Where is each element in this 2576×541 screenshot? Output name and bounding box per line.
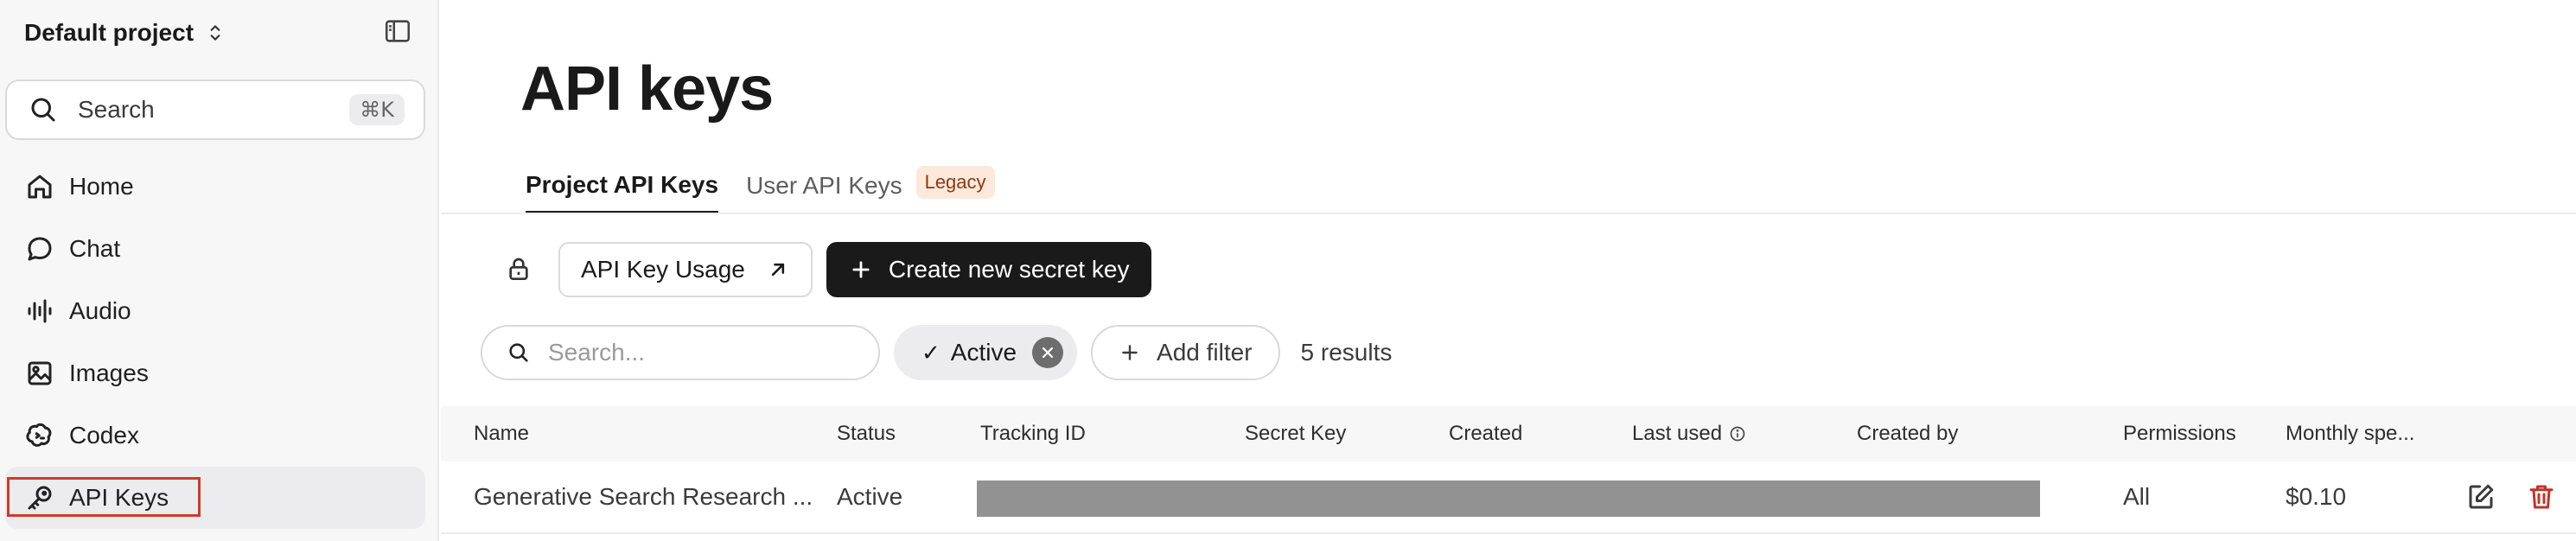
codex-icon (22, 418, 57, 453)
trash-icon (2529, 485, 2554, 509)
column-header-tracking-id[interactable]: Tracking ID (980, 406, 1086, 461)
key-icon (22, 481, 57, 515)
api-key-usage-label: API Key Usage (581, 256, 745, 283)
tab-user-api-keys-label: User API Keys (746, 172, 902, 199)
table-row[interactable]: Generative Search Research ... Active Al… (441, 461, 2576, 534)
lock-icon (509, 258, 528, 280)
filter-bar: Search... ✓ Active Add filter 5 results (481, 325, 1392, 380)
column-header-last-used-label: Last used (1632, 422, 1723, 445)
sidebar-search[interactable]: Search ⌘K (5, 80, 425, 140)
legacy-badge: Legacy (915, 166, 995, 199)
sidebar-search-label: Search (78, 96, 155, 123)
info-icon[interactable] (1729, 425, 1746, 442)
chevron-up-down-icon (210, 25, 220, 41)
column-header-name[interactable]: Name (474, 406, 529, 461)
tab-user-api-keys[interactable]: User API Keys Legacy (746, 166, 995, 206)
page-title: API keys (520, 54, 774, 124)
home-icon (22, 169, 57, 204)
sidebar-item-codex[interactable]: Codex (5, 404, 425, 467)
sidebar-item-label: Images (69, 360, 149, 386)
table-header: Name Status Tracking ID Secret Key Creat… (441, 406, 2576, 461)
tabs-divider (441, 213, 2576, 214)
add-filter-label: Add filter (1157, 339, 1253, 366)
results-count: 5 results (1300, 339, 1393, 366)
column-header-secret-key[interactable]: Secret Key (1245, 406, 1346, 461)
column-header-status[interactable]: Status (837, 406, 896, 461)
sidebar-item-chat[interactable]: Chat (5, 218, 425, 280)
sidebar-item-label: Chat (69, 235, 121, 262)
sidebar-item-label: API Keys (69, 484, 169, 511)
search-icon (28, 94, 59, 125)
edit-icon (2469, 484, 2494, 509)
sidebar-toggle-button[interactable] (382, 16, 413, 47)
sidebar-item-label: Audio (69, 297, 131, 324)
sidebar-item-images[interactable]: Images (5, 342, 425, 404)
api-key-usage-button[interactable]: API Key Usage (558, 242, 813, 297)
sidebar-item-label: Codex (69, 422, 139, 449)
create-secret-key-label: Create new secret key (888, 256, 1130, 283)
add-filter-button[interactable]: Add filter (1091, 325, 1280, 380)
column-header-last-used[interactable]: Last used (1632, 406, 1746, 461)
column-header-created-by[interactable]: Created by (1857, 406, 1958, 461)
sidebar-item-audio[interactable]: Audio (5, 280, 425, 342)
search-shortcut: ⌘K (349, 94, 405, 125)
image-icon (22, 356, 57, 391)
delete-key-button[interactable] (2526, 461, 2557, 532)
status-filter-chip[interactable]: ✓ Active (894, 325, 1078, 380)
plus-icon (852, 261, 870, 278)
project-name: Default project (24, 19, 194, 46)
column-header-permissions[interactable]: Permissions (2123, 406, 2236, 461)
toolbar: API Key Usage Create new secret key (493, 242, 1152, 297)
chat-bubble-icon (22, 232, 57, 266)
key-search-input[interactable]: Search... (481, 325, 880, 380)
column-header-monthly-spend[interactable]: Monthly spe... (2286, 406, 2414, 461)
main-content: API keys Project API Keys User API Keys … (441, 0, 2576, 541)
remove-filter-button[interactable] (1032, 337, 1064, 368)
project-selector[interactable]: Default project (24, 16, 226, 50)
edit-key-button[interactable] (2465, 461, 2496, 532)
sidebar-item-api-keys[interactable]: API Keys (5, 467, 425, 529)
arrow-up-right-icon (771, 263, 784, 277)
sidebar-nav: Home Chat Audio Images Codex API Keys (5, 156, 425, 529)
sidebar-item-home[interactable]: Home (5, 156, 425, 218)
audio-wave-icon (22, 294, 57, 328)
key-monthly-spend: $0.10 (2286, 483, 2347, 510)
close-icon (1042, 347, 1054, 359)
key-name: Generative Search Research ... (474, 483, 813, 510)
key-status: Active (837, 483, 903, 510)
key-search-placeholder: Search... (548, 339, 646, 366)
tab-bar: Project API Keys User API Keys Legacy (526, 164, 995, 213)
check-icon: ✓ (921, 339, 940, 366)
sidebar-item-label: Home (69, 173, 134, 200)
plus-icon (1122, 345, 1138, 360)
search-icon (509, 343, 528, 362)
tab-project-api-keys[interactable]: Project API Keys (526, 171, 719, 213)
create-secret-key-button[interactable]: Create new secret key (826, 242, 1152, 297)
lock-button[interactable] (493, 244, 545, 296)
status-filter-label: Active (950, 339, 1017, 366)
key-permissions: All (2123, 483, 2151, 510)
column-header-created[interactable]: Created (1449, 406, 1522, 461)
sidebar-panel-icon (385, 20, 411, 42)
sidebar: Default project Search ⌘K Home Chat Audi… (0, 0, 439, 541)
redacted-block (977, 481, 2040, 517)
